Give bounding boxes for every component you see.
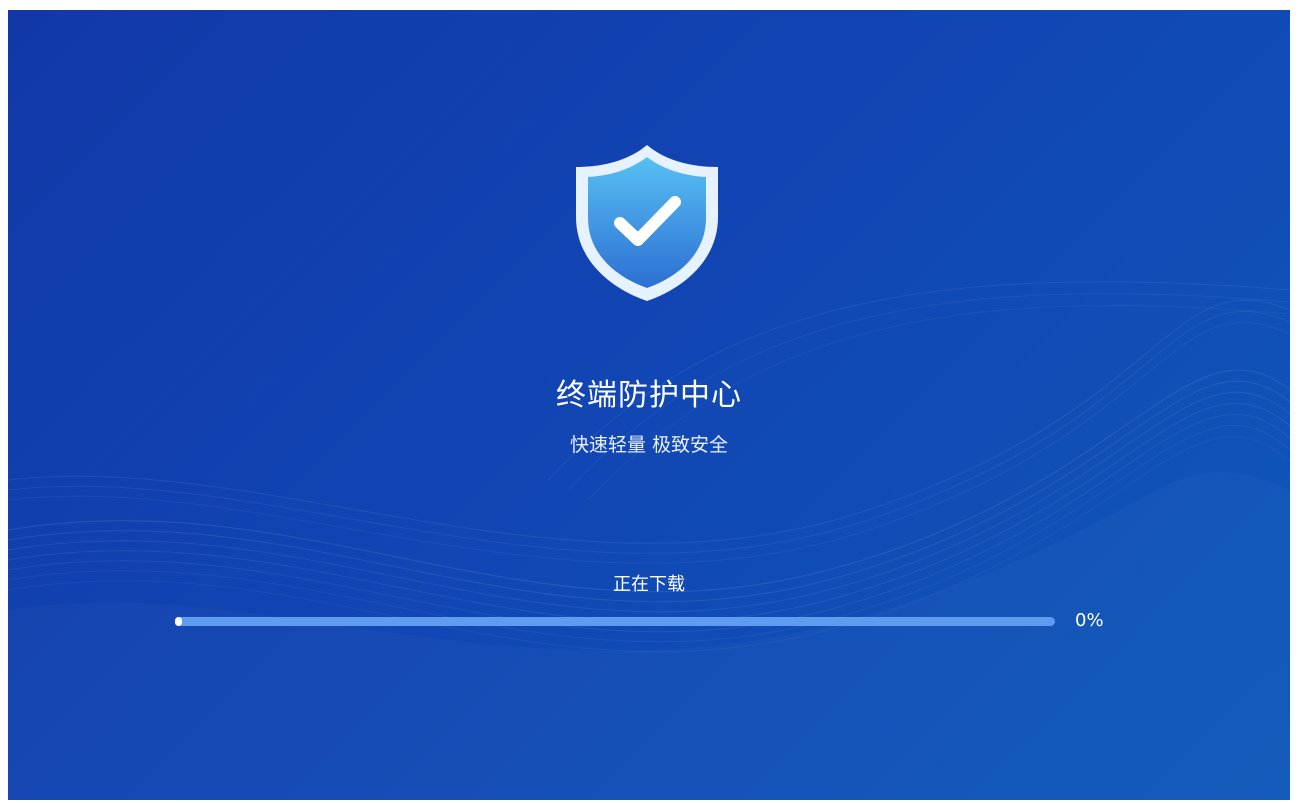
app-title: 终端防护中心 [556, 378, 742, 413]
download-progress-bar [175, 617, 1055, 626]
app-subtitle: 快速轻量 极致安全 [569, 434, 729, 456]
download-status: 正在下载 [613, 574, 685, 595]
download-progress-fill [175, 617, 182, 626]
installer-window: 终端防护中心 快速轻量 极致安全 正在下载 0% [8, 10, 1290, 800]
download-percent: 0% [1075, 610, 1104, 631]
shield-check-icon [576, 145, 718, 301]
